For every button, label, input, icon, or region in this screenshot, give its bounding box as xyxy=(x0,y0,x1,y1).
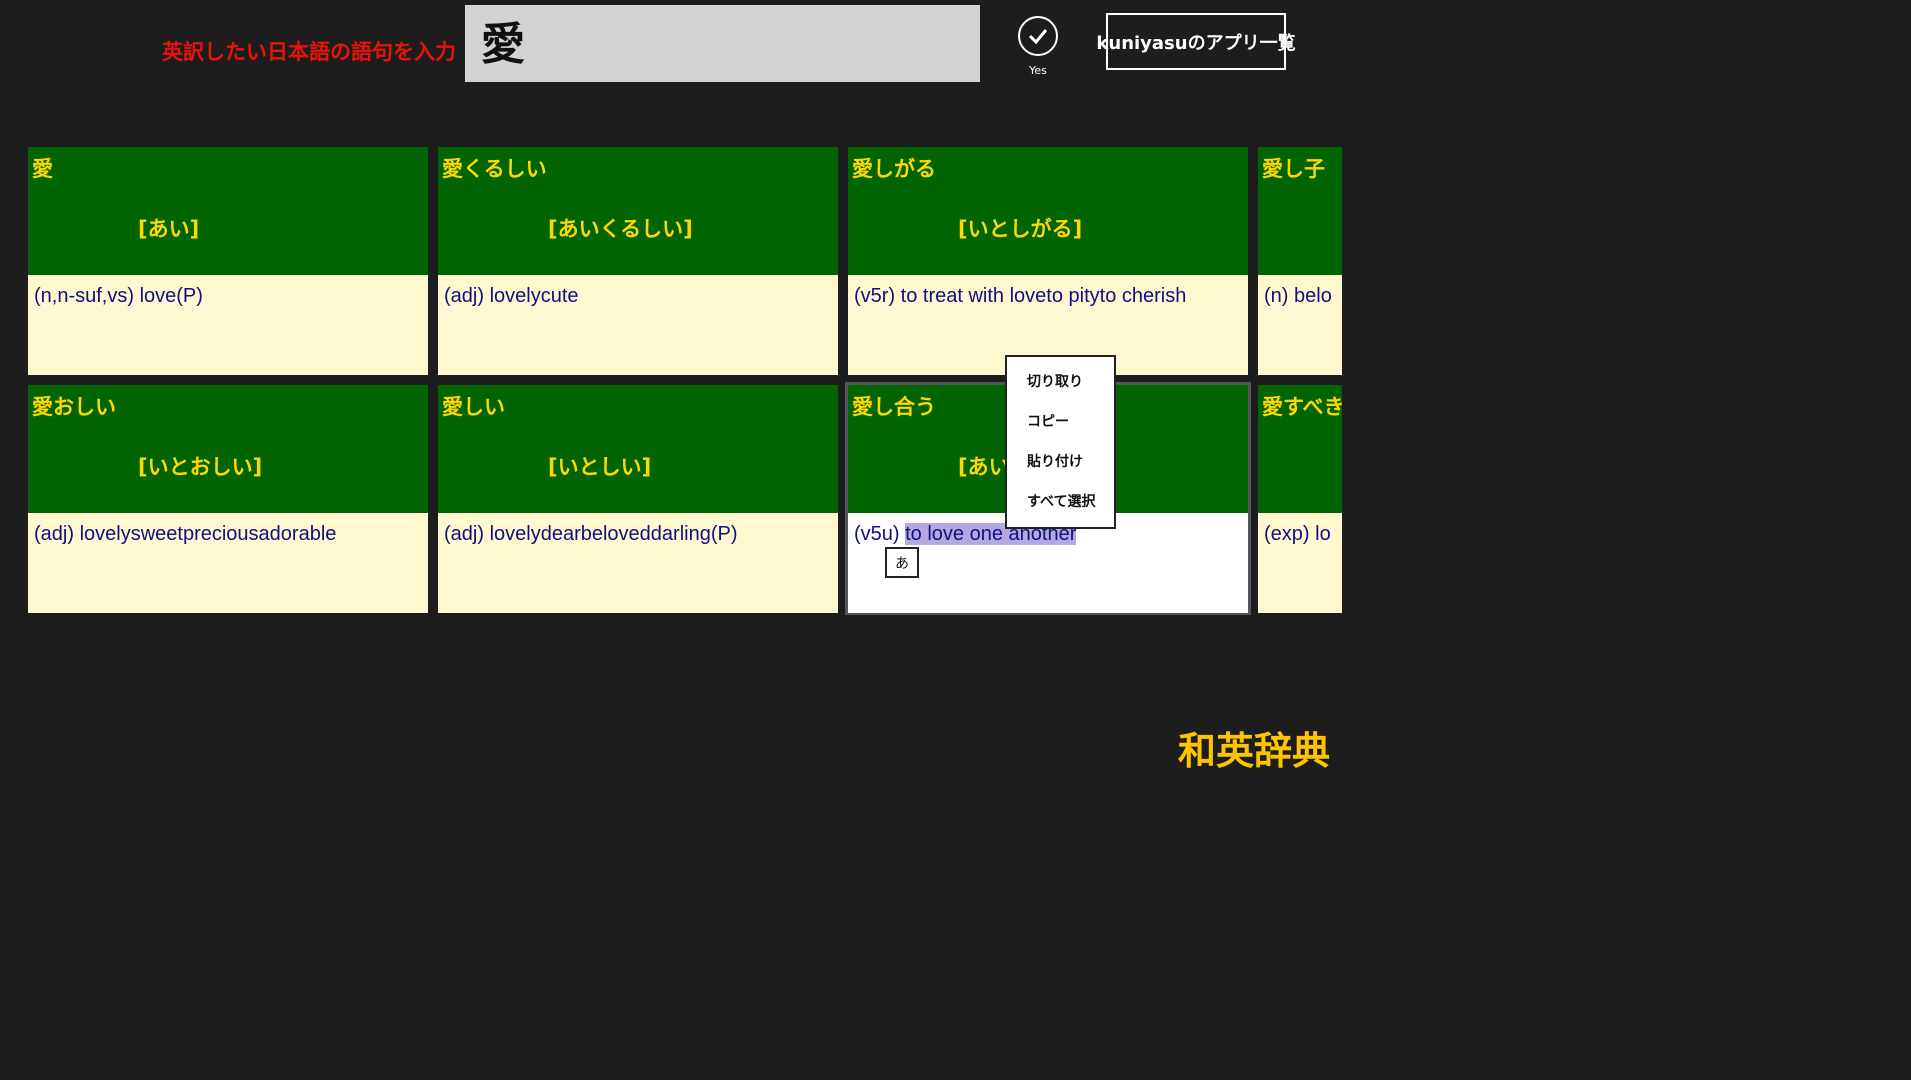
tile-word: 愛くるしい xyxy=(442,157,547,181)
yes-label: Yes xyxy=(1029,64,1047,77)
tile-word: 愛しがる xyxy=(852,157,936,181)
menu-item-cut[interactable]: 切り取り xyxy=(1027,371,1083,391)
tile-word: 愛おしい xyxy=(32,395,116,419)
checkmark-icon xyxy=(1018,16,1058,56)
menu-item-copy[interactable]: コピー xyxy=(1027,411,1069,431)
result-tile[interactable]: 愛しがる [いとしがる] (v5r) to treat with loveto … xyxy=(848,147,1248,375)
tile-reading: [いとおしい] xyxy=(138,455,263,479)
tile-reading: [いとしい] xyxy=(548,455,652,479)
tile-meaning: (n) belo xyxy=(1264,285,1332,307)
tile-body: (adj) lovelysweetpreciousadorable xyxy=(28,513,428,613)
result-tile[interactable]: 愛し子 (n) belo xyxy=(1258,147,1342,375)
tile-word: 愛し子 xyxy=(1262,157,1325,181)
tile-header: 愛しがる [いとしがる] xyxy=(848,147,1248,275)
tile-meaning: (n,n-suf,vs) love(P) xyxy=(34,285,203,307)
tile-meaning: (exp) lo xyxy=(1264,523,1331,545)
tile-word: 愛しい xyxy=(442,395,505,419)
tile-header: 愛すべき xyxy=(1258,385,1342,513)
tile-word: 愛すべき xyxy=(1262,395,1342,419)
results-grid: 愛 [あい] (n,n-suf,vs) love(P) 愛くるしい [あいくるし… xyxy=(28,147,1342,615)
search-prompt-label: 英訳したい日本語の語句を入力 xyxy=(162,40,456,64)
tile-header: 愛しい [いとしい] xyxy=(438,385,838,513)
tile-header: 愛 [あい] xyxy=(28,147,428,275)
tile-meaning: (adj) lovelydearbeloveddarling(P) xyxy=(444,523,738,545)
apps-list-button[interactable]: kuniyasuのアプリ一覧 xyxy=(1096,13,1296,70)
tile-header: 愛おしい [いとおしい] xyxy=(28,385,428,513)
meaning-prefix: (v5u) xyxy=(854,523,906,545)
tile-reading: [いとしがる] xyxy=(958,217,1083,241)
ime-mode-indicator: あ xyxy=(885,547,919,578)
menu-item-select-all[interactable]: すべて選択 xyxy=(1027,491,1095,511)
tile-reading: [あい xyxy=(958,455,1010,479)
yes-button[interactable]: Yes xyxy=(1016,16,1060,80)
result-tile[interactable]: 愛 [あい] (n,n-suf,vs) love(P) xyxy=(28,147,428,375)
result-tile[interactable]: 愛すべき (exp) lo xyxy=(1258,385,1342,613)
tile-word: 愛 xyxy=(32,157,53,181)
tile-reading: [あい] xyxy=(138,217,200,241)
result-tile[interactable]: 愛しい [いとしい] (adj) lovelydearbeloveddarlin… xyxy=(438,385,838,613)
tile-reading: [あいくるしい] xyxy=(548,217,693,241)
tile-meaning: (adj) lovelysweetpreciousadorable xyxy=(34,523,337,545)
tile-meaning: (v5r) to treat with loveto pityto cheris… xyxy=(854,285,1187,307)
tile-body: (n,n-suf,vs) love(P) xyxy=(28,275,428,375)
context-menu: 切り取り コピー 貼り付け すべて選択 xyxy=(1005,355,1116,529)
tile-body: (adj) lovelycute xyxy=(438,275,838,375)
menu-item-paste[interactable]: 貼り付け xyxy=(1027,451,1083,471)
tile-body: (exp) lo xyxy=(1258,513,1342,613)
tile-body: (adj) lovelydearbeloveddarling(P) xyxy=(438,513,838,613)
tile-word: 愛し合う xyxy=(852,395,936,419)
tile-body: (n) belo xyxy=(1258,275,1342,375)
tile-header: 愛し子 xyxy=(1258,147,1342,275)
app-title: 和英辞典 xyxy=(1178,729,1331,773)
result-tile[interactable]: 愛くるしい [あいくるしい] (adj) lovelycute xyxy=(438,147,838,375)
tile-header: 愛くるしい [あいくるしい] xyxy=(438,147,838,275)
search-input[interactable]: 愛 xyxy=(465,5,980,82)
result-tile[interactable]: 愛おしい [いとおしい] (adj) lovelysweetpreciousad… xyxy=(28,385,428,613)
tile-meaning: (adj) lovelycute xyxy=(444,285,579,307)
